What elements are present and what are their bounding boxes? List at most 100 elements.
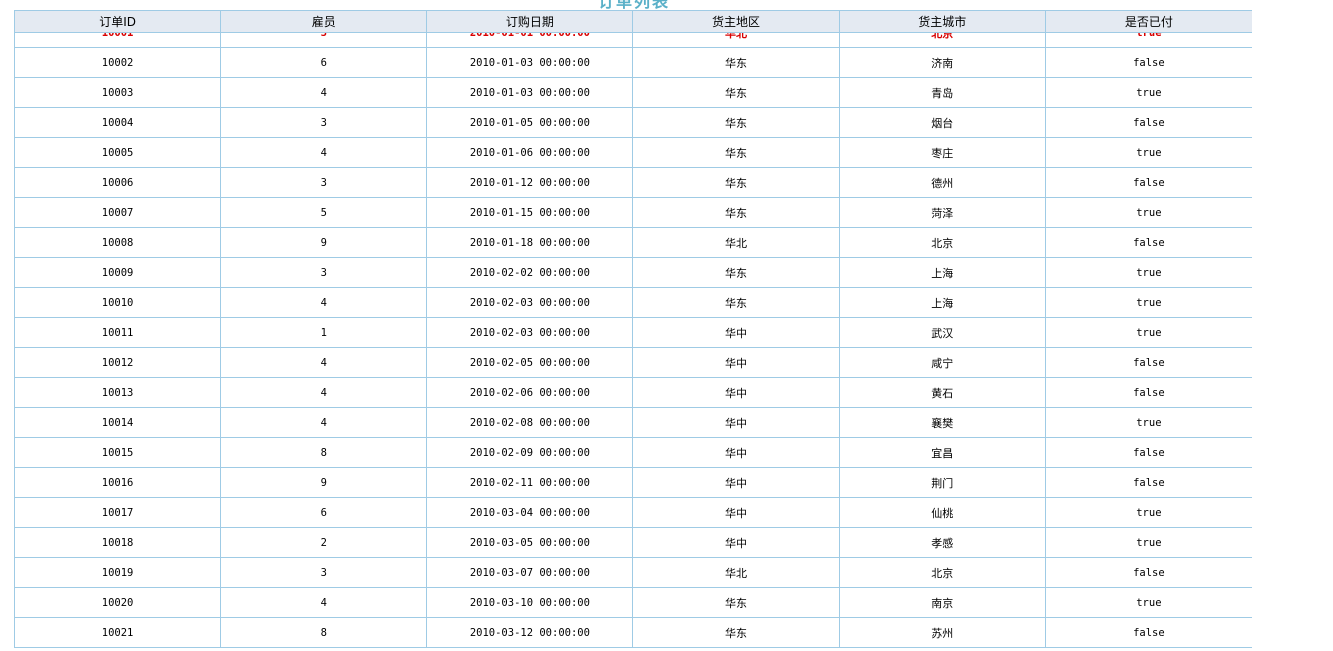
cell-paid: false bbox=[1044, 377, 1252, 408]
cell-paid: true bbox=[1044, 527, 1252, 558]
cell-order-id: 10012 bbox=[14, 347, 222, 378]
cell-employee: 4 bbox=[220, 137, 428, 168]
cell-ship-region: 华东 bbox=[632, 257, 840, 288]
cell-employee: 9 bbox=[220, 227, 428, 258]
cell-order-date: 2010-02-05 00:00:00 bbox=[426, 347, 634, 378]
cell-paid: true bbox=[1044, 77, 1252, 108]
cell-employee: 4 bbox=[220, 377, 428, 408]
cell-ship-region: 华中 bbox=[632, 527, 840, 558]
table-row[interactable]: 10012 4 2010-02-05 00:00:00 华中 咸宁 false bbox=[14, 347, 1252, 378]
table-row[interactable]: 10003 4 2010-01-03 00:00:00 华东 青岛 true bbox=[14, 77, 1252, 108]
cell-order-id: 10019 bbox=[14, 557, 222, 588]
cell-employee: 8 bbox=[220, 437, 428, 468]
cell-order-id: 10021 bbox=[14, 617, 222, 648]
cell-order-id: 10003 bbox=[14, 77, 222, 108]
cell-ship-city: 黄石 bbox=[838, 377, 1046, 408]
header-row: 订单ID 雇员 订购日期 货主地区 货主城市 是否已付 bbox=[14, 10, 1252, 33]
grid-body[interactable]: 1000132010-01-01 00:00:00华北北京true1000262… bbox=[14, 17, 1252, 648]
cell-order-date: 2010-02-03 00:00:00 bbox=[426, 287, 634, 318]
cell-order-date: 2010-02-11 00:00:00 bbox=[426, 467, 634, 498]
column-header-ship-region[interactable]: 货主地区 bbox=[632, 10, 840, 33]
cell-ship-region: 华东 bbox=[632, 587, 840, 618]
cell-employee: 9 bbox=[220, 467, 428, 498]
cell-order-id: 10017 bbox=[14, 497, 222, 528]
cell-employee: 8 bbox=[220, 617, 428, 648]
column-header-order-id[interactable]: 订单ID bbox=[14, 10, 222, 33]
table-row[interactable]: 10004 3 2010-01-05 00:00:00 华东 烟台 false bbox=[14, 107, 1252, 138]
cell-order-id: 10020 bbox=[14, 587, 222, 618]
cell-ship-city: 宜昌 bbox=[838, 437, 1046, 468]
table-row[interactable]: 10016 9 2010-02-11 00:00:00 华中 荆门 false bbox=[14, 467, 1252, 498]
cell-order-id: 10004 bbox=[14, 107, 222, 138]
column-header-employee[interactable]: 雇员 bbox=[220, 10, 428, 33]
column-header-order-date[interactable]: 订购日期 bbox=[426, 10, 634, 33]
table-row[interactable]: 10002 6 2010-01-03 00:00:00 华东 济南 false bbox=[14, 47, 1252, 78]
table-row[interactable]: 10021 8 2010-03-12 00:00:00 华东 苏州 false bbox=[14, 617, 1252, 648]
cell-order-date: 2010-01-03 00:00:00 bbox=[426, 47, 634, 78]
table-row[interactable]: 10020 4 2010-03-10 00:00:00 华东 南京 true bbox=[14, 587, 1252, 618]
cell-ship-city: 咸宁 bbox=[838, 347, 1046, 378]
cell-employee: 5 bbox=[220, 197, 428, 228]
cell-ship-region: 华中 bbox=[632, 317, 840, 348]
cell-order-date: 2010-02-02 00:00:00 bbox=[426, 257, 634, 288]
cell-paid: true bbox=[1044, 587, 1252, 618]
cell-ship-city: 济南 bbox=[838, 47, 1046, 78]
table-row[interactable]: 10014 4 2010-02-08 00:00:00 华中 襄樊 true bbox=[14, 407, 1252, 438]
viewport: 订单列表 1000132010-01-01 00:00:00华北北京true10… bbox=[0, 0, 1333, 651]
cell-order-date: 2010-02-09 00:00:00 bbox=[426, 437, 634, 468]
cell-ship-region: 华中 bbox=[632, 407, 840, 438]
table-row[interactable]: 10005 4 2010-01-06 00:00:00 华东 枣庄 true bbox=[14, 137, 1252, 168]
table-row[interactable]: 10009 3 2010-02-02 00:00:00 华东 上海 true bbox=[14, 257, 1252, 288]
cell-ship-region: 华中 bbox=[632, 437, 840, 468]
cell-order-date: 2010-01-06 00:00:00 bbox=[426, 137, 634, 168]
table-row[interactable]: 10008 9 2010-01-18 00:00:00 华北 北京 false bbox=[14, 227, 1252, 258]
table-row[interactable]: 10018 2 2010-03-05 00:00:00 华中 孝感 true bbox=[14, 527, 1252, 558]
cell-ship-region: 华东 bbox=[632, 197, 840, 228]
cell-paid: false bbox=[1044, 347, 1252, 378]
table-row[interactable]: 10019 3 2010-03-07 00:00:00 华北 北京 false bbox=[14, 557, 1252, 588]
cell-employee: 2 bbox=[220, 527, 428, 558]
cell-order-id: 10010 bbox=[14, 287, 222, 318]
grid-header: 订单ID 雇员 订购日期 货主地区 货主城市 是否已付 bbox=[14, 10, 1252, 33]
cell-paid: false bbox=[1044, 47, 1252, 78]
cell-paid: false bbox=[1044, 437, 1252, 468]
cell-ship-region: 华中 bbox=[632, 347, 840, 378]
cell-ship-region: 华东 bbox=[632, 617, 840, 648]
cell-ship-city: 烟台 bbox=[838, 107, 1046, 138]
table-row[interactable]: 10017 6 2010-03-04 00:00:00 华中 仙桃 true bbox=[14, 497, 1252, 528]
cell-order-date: 2010-01-12 00:00:00 bbox=[426, 167, 634, 198]
cell-employee: 6 bbox=[220, 497, 428, 528]
cell-order-date: 2010-03-05 00:00:00 bbox=[426, 527, 634, 558]
cell-order-id: 10011 bbox=[14, 317, 222, 348]
cell-ship-region: 华北 bbox=[632, 227, 840, 258]
cell-ship-city: 襄樊 bbox=[838, 407, 1046, 438]
cell-paid: true bbox=[1044, 497, 1252, 528]
column-header-ship-city[interactable]: 货主城市 bbox=[838, 10, 1046, 33]
cell-paid: true bbox=[1044, 317, 1252, 348]
table-row[interactable]: 10013 4 2010-02-06 00:00:00 华中 黄石 false bbox=[14, 377, 1252, 408]
cell-paid: false bbox=[1044, 107, 1252, 138]
cell-paid: true bbox=[1044, 407, 1252, 438]
table-row[interactable]: 10015 8 2010-02-09 00:00:00 华中 宜昌 false bbox=[14, 437, 1252, 468]
table-row[interactable]: 10011 1 2010-02-03 00:00:00 华中 武汉 true bbox=[14, 317, 1252, 348]
cell-order-id: 10002 bbox=[14, 47, 222, 78]
cell-employee: 4 bbox=[220, 287, 428, 318]
cell-ship-region: 华北 bbox=[632, 557, 840, 588]
cell-order-date: 2010-01-18 00:00:00 bbox=[426, 227, 634, 258]
cell-order-id: 10016 bbox=[14, 467, 222, 498]
cell-ship-region: 华东 bbox=[632, 77, 840, 108]
cell-order-date: 2010-03-10 00:00:00 bbox=[426, 587, 634, 618]
table-row[interactable]: 10010 4 2010-02-03 00:00:00 华东 上海 true bbox=[14, 287, 1252, 318]
cell-paid: false bbox=[1044, 467, 1252, 498]
column-header-paid[interactable]: 是否已付 bbox=[1044, 10, 1252, 33]
cell-ship-city: 南京 bbox=[838, 587, 1046, 618]
cell-employee: 3 bbox=[220, 557, 428, 588]
cell-ship-region: 华中 bbox=[632, 377, 840, 408]
cell-order-id: 10005 bbox=[14, 137, 222, 168]
cell-order-date: 2010-01-03 00:00:00 bbox=[426, 77, 634, 108]
cell-ship-region: 华东 bbox=[632, 167, 840, 198]
table-row[interactable]: 10007 5 2010-01-15 00:00:00 华东 菏泽 true bbox=[14, 197, 1252, 228]
cell-employee: 3 bbox=[220, 107, 428, 138]
table-row[interactable]: 10006 3 2010-01-12 00:00:00 华东 德州 false bbox=[14, 167, 1252, 198]
cell-employee: 4 bbox=[220, 347, 428, 378]
